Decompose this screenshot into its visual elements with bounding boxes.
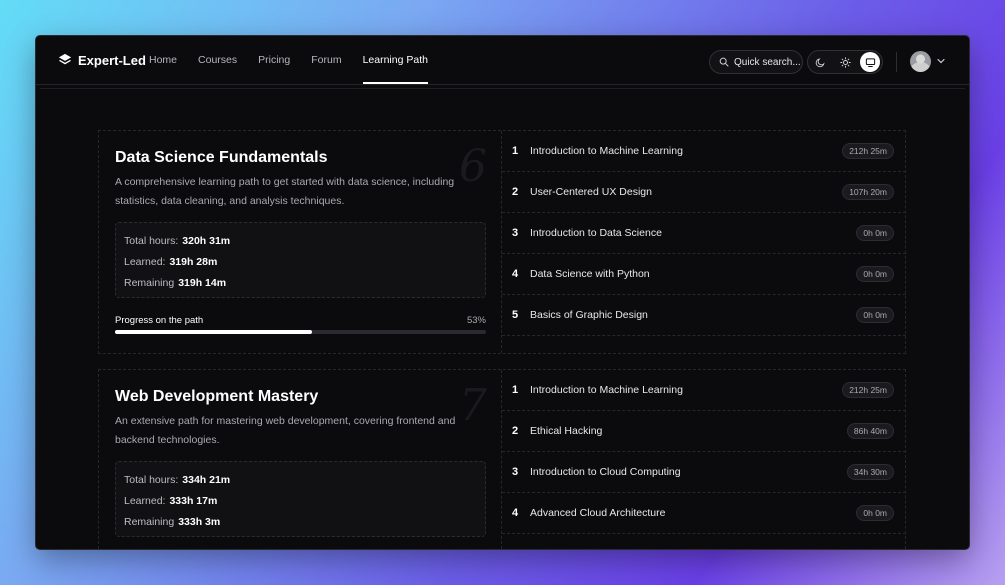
stat-value: 334h 21m	[182, 474, 231, 486]
course-name: Introduction to Data Science	[530, 227, 662, 239]
stat-label: Remaining	[124, 277, 175, 289]
nav-link-courses[interactable]: Courses	[198, 36, 237, 84]
stat-label: Total hours:	[124, 235, 179, 247]
theme-dark-button[interactable]	[810, 52, 830, 72]
course-duration-badge: 107h 20m	[842, 184, 894, 200]
learning-path-card: 6 Data Science Fundamentals A comprehens…	[98, 130, 906, 354]
list-item[interactable]: 1 Introduction to Machine Learning 212h …	[502, 370, 906, 411]
stat-total-hours: Total hours: 334h 21m	[124, 471, 485, 492]
course-name: Introduction to Cloud Computing	[530, 466, 681, 478]
course-index: 4	[512, 268, 519, 280]
stat-total-hours: Total hours: 320h 31m	[124, 232, 485, 253]
stat-value: 320h 31m	[182, 235, 231, 247]
nav-divider	[896, 52, 897, 72]
progress-bar	[115, 330, 486, 334]
theme-system-button[interactable]	[860, 52, 880, 72]
stat-value: 333h 3m	[178, 516, 221, 528]
path-summary: 6 Data Science Fundamentals A comprehens…	[99, 131, 501, 353]
nav-links: Home Courses Pricing Forum Learning Path	[149, 36, 449, 84]
nav-link-home[interactable]: Home	[149, 36, 177, 84]
learning-path-card: 7 Web Development Mastery An extensive p…	[98, 369, 906, 549]
course-index: 2	[512, 186, 519, 198]
course-index: 5	[512, 309, 519, 321]
stat-label: Learned:	[124, 256, 166, 268]
monitor-icon	[865, 57, 875, 67]
path-stats: Total hours: 334h 21m Learned: 333h 17m Re…	[115, 461, 486, 537]
course-index: 4	[512, 507, 519, 519]
nav-link-pricing[interactable]: Pricing	[258, 36, 290, 84]
course-duration-badge: 0h 0m	[856, 225, 894, 241]
top-navbar: Expert-Led Home Courses Pricing Forum Le…	[36, 36, 969, 85]
list-item[interactable]: 3 Introduction to Data Science 0h 0m	[502, 213, 906, 254]
stat-value: 333h 17m	[169, 495, 218, 507]
list-item[interactable]: 3 Introduction to Cloud Computing 34h 30…	[502, 452, 906, 493]
content-top-border	[40, 88, 965, 89]
quick-search-label: Quick search...	[734, 56, 801, 68]
stat-label: Remaining	[124, 516, 175, 528]
list-item[interactable]: 5 Basics of Graphic Design 0h 0m	[502, 295, 906, 336]
brand-name: Expert-Led	[78, 52, 146, 68]
stat-label: Total hours:	[124, 474, 179, 486]
app-window: Expert-Led Home Courses Pricing Forum Le…	[36, 36, 969, 549]
course-name: Basics of Graphic Design	[530, 309, 648, 321]
sun-icon	[839, 56, 851, 68]
moon-icon	[815, 57, 825, 67]
course-list: 1 Introduction to Machine Learning 212h …	[501, 370, 906, 549]
brand-logo[interactable]: Expert-Led	[58, 36, 146, 84]
nav-link-forum[interactable]: Forum	[311, 36, 341, 84]
stat-label: Learned:	[124, 495, 166, 507]
theme-switcher	[807, 50, 883, 74]
user-avatar[interactable]	[910, 51, 931, 72]
layers-icon	[58, 53, 72, 65]
path-summary: 7 Web Development Mastery An extensive p…	[99, 370, 501, 549]
course-name: Advanced Cloud Architecture	[530, 507, 666, 519]
stat-value: 319h 28m	[169, 256, 218, 268]
list-item[interactable]: 4 Advanced Cloud Architecture 0h 0m	[502, 493, 906, 534]
path-title[interactable]: Web Development Mastery	[115, 388, 318, 406]
course-index: 3	[512, 227, 519, 239]
progress-percent: 53%	[466, 315, 486, 326]
course-duration-badge: 212h 25m	[842, 143, 894, 159]
course-name: Ethical Hacking	[530, 425, 603, 437]
course-duration-badge: 34h 30m	[846, 464, 894, 480]
course-name: Introduction to Machine Learning	[530, 384, 683, 396]
course-index: 3	[512, 466, 519, 478]
path-stats: Total hours: 320h 31m Learned: 319h 28m Re…	[115, 222, 486, 298]
course-duration-badge: 0h 0m	[856, 505, 894, 521]
course-index: 1	[512, 384, 519, 396]
course-name: Introduction to Machine Learning	[530, 145, 683, 157]
path-description: An extensive path for mastering web deve…	[115, 415, 456, 446]
progress-bar-fill	[115, 330, 312, 334]
course-duration-badge: 86h 40m	[846, 423, 894, 439]
path-title[interactable]: Data Science Fundamentals	[115, 149, 328, 167]
course-name: User-Centered UX Design	[530, 186, 652, 198]
stat-remaining: Remaining 333h 3m	[124, 513, 485, 534]
search-icon	[719, 57, 729, 67]
stat-remaining: Remaining 319h 14m	[124, 274, 485, 295]
list-item[interactable]: 2 User-Centered UX Design 107h 20m	[502, 172, 906, 213]
list-item[interactable]: 2 Ethical Hacking 86h 40m	[502, 411, 906, 452]
nav-link-learning-path[interactable]: Learning Path	[362, 36, 429, 84]
course-index: 1	[512, 145, 519, 157]
theme-light-button[interactable]	[835, 52, 855, 72]
path-description: A comprehensive learning path to get sta…	[115, 176, 455, 207]
course-list: 1 Introduction to Machine Learning 212h …	[501, 131, 906, 353]
list-item[interactable]: 1 Introduction to Machine Learning 212h …	[502, 131, 906, 172]
stat-learned: Learned: 319h 28m	[124, 253, 485, 274]
course-duration-badge: 0h 0m	[856, 266, 894, 282]
progress-label: Progress on the path	[115, 315, 204, 326]
course-index: 2	[512, 425, 519, 437]
stat-value: 319h 14m	[178, 277, 227, 289]
chevron-down-icon[interactable]	[936, 56, 946, 66]
stat-learned: Learned: 333h 17m	[124, 492, 485, 513]
quick-search-button[interactable]: Quick search...	[709, 50, 803, 74]
course-name: Data Science with Python	[530, 268, 650, 280]
course-duration-badge: 212h 25m	[842, 382, 894, 398]
list-item[interactable]: 4 Data Science with Python 0h 0m	[502, 254, 906, 295]
course-duration-badge: 0h 0m	[856, 307, 894, 323]
